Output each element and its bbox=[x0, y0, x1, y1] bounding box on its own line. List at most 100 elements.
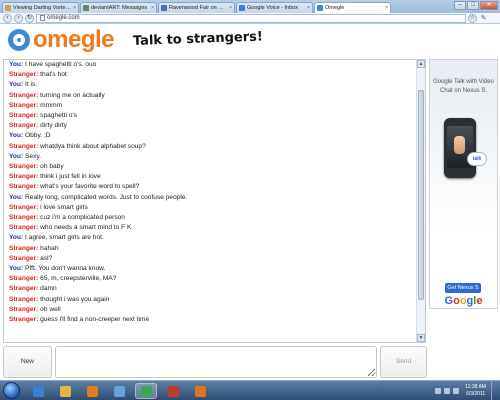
chat-message: You: I agree, smart girls are hot. bbox=[9, 233, 415, 243]
reload-icon: ↻ bbox=[26, 14, 33, 21]
messenger-icon[interactable] bbox=[108, 383, 130, 399]
forward-arrow-icon: › bbox=[17, 14, 20, 21]
chat-message: Stranger: oh well bbox=[9, 305, 415, 315]
stranger-sender-label: Stranger: bbox=[9, 254, 39, 262]
scroll-down-icon[interactable]: ▼ bbox=[417, 334, 425, 342]
close-window-button[interactable]: ✕ bbox=[480, 1, 498, 10]
omegle-logo-icon bbox=[8, 29, 30, 51]
network-icon[interactable] bbox=[444, 387, 451, 394]
start-button[interactable] bbox=[3, 382, 20, 399]
explorer-icon-glyph bbox=[59, 385, 71, 397]
browser-tab[interactable]: Google Voice - Inbox × bbox=[236, 2, 313, 13]
address-bar[interactable]: omegle.com bbox=[36, 13, 466, 23]
browser-tab[interactable]: Ravenwood Fair on Face...× bbox=[158, 2, 235, 13]
chat-scrollbar[interactable]: ▲ ▼ bbox=[416, 60, 425, 342]
tab-close-icon[interactable]: × bbox=[385, 5, 388, 11]
wrench-menu-button[interactable]: ✎ bbox=[479, 14, 488, 23]
chat-message: Stranger: thought i was you again bbox=[9, 295, 415, 305]
message-text: guess i'll find a non-creeper next time bbox=[40, 316, 150, 324]
tab-close-icon[interactable]: × bbox=[229, 5, 232, 11]
scroll-thumb[interactable] bbox=[418, 90, 424, 300]
message-text: what's your favorite word to spell? bbox=[40, 183, 140, 191]
site-header: omegle Talk to strangers! bbox=[0, 24, 500, 58]
firefox-icon[interactable] bbox=[189, 383, 211, 399]
message-text: 65, m, creepsterville, MA? bbox=[40, 275, 117, 283]
bookmark-star-button[interactable]: ☆ bbox=[468, 13, 477, 23]
ie-icon-glyph bbox=[32, 385, 44, 397]
back-button[interactable]: ‹ bbox=[3, 13, 12, 23]
message-text: thought i was you again bbox=[40, 295, 110, 303]
chat-log: You: I have spaghetti o's. ouo Stranger: … bbox=[9, 60, 415, 325]
tab-favicon-icon bbox=[239, 5, 245, 11]
system-tray: 11:38 AM 6/3/2011 bbox=[408, 381, 500, 400]
chat-message: Stranger: oh baby bbox=[9, 162, 415, 172]
chat-controls: New Send bbox=[0, 344, 500, 380]
stranger-sender-label: Stranger: bbox=[9, 163, 39, 171]
google-logo-letter: e bbox=[476, 295, 483, 307]
message-text: damn bbox=[40, 285, 57, 293]
message-input[interactable] bbox=[55, 346, 377, 378]
browser-tab[interactable]: deviantART: Messages × bbox=[80, 2, 157, 13]
scroll-up-icon[interactable]: ▲ bbox=[417, 60, 425, 68]
google-logo-letter: o bbox=[453, 295, 460, 307]
message-text: I agree, smart girls are hot. bbox=[25, 234, 104, 242]
minimize-button[interactable]: – bbox=[454, 1, 466, 10]
tab-close-icon[interactable]: × bbox=[307, 5, 310, 11]
chat-message: Stranger: that's hot bbox=[9, 70, 415, 80]
google-logo: Google bbox=[430, 295, 497, 307]
message-text: Pfft. You don't wanna know. bbox=[25, 265, 106, 273]
show-desktop-button[interactable] bbox=[491, 381, 496, 400]
chat-message: Stranger: spaghetti o's bbox=[9, 111, 415, 121]
messenger-icon-glyph bbox=[113, 385, 125, 397]
chat-message: Stranger: who needs a smart mind to F K bbox=[9, 223, 415, 233]
volume-icon[interactable] bbox=[453, 387, 460, 394]
stranger-sender-label: Stranger: bbox=[9, 305, 39, 313]
tab-label: deviantART: Messages bbox=[91, 5, 148, 11]
message-text: It is. bbox=[25, 81, 38, 89]
forward-button[interactable]: › bbox=[14, 13, 23, 23]
message-text: mmmm bbox=[40, 101, 63, 109]
stranger-sender-label: Stranger: bbox=[9, 183, 39, 191]
ie-icon[interactable] bbox=[27, 383, 49, 399]
chat-message: You: Pfft. You don't wanna know. bbox=[9, 264, 415, 274]
omegle-logo[interactable]: omegle bbox=[8, 28, 115, 52]
message-text: Obby. ;D bbox=[25, 132, 51, 140]
chat-message: Stranger: i love smart girls bbox=[9, 203, 415, 213]
stranger-sender-label: Stranger: bbox=[9, 295, 39, 303]
google-talk-ad[interactable]: Google Talk with Video Chat on Nexus S. … bbox=[429, 59, 498, 309]
new-chat-button[interactable]: New bbox=[3, 346, 52, 378]
tray-up-arrow-icon[interactable] bbox=[435, 387, 442, 394]
you-sender-label: You: bbox=[9, 265, 24, 273]
media-player-icon[interactable] bbox=[81, 383, 103, 399]
tab-strip: Viewing Darling Vortexx/... × deviantART: … bbox=[0, 0, 500, 13]
message-text: whatdya think about alphabet soup? bbox=[40, 142, 146, 150]
chat-message: Stranger: cuz i'm a complicated person bbox=[9, 213, 415, 223]
chat-message: Stranger: guess i'll find a non-creeper … bbox=[9, 315, 415, 325]
browser-tab[interactable]: Viewing Darling Vortexx/... × bbox=[2, 2, 79, 13]
explorer-icon[interactable] bbox=[54, 383, 76, 399]
message-text: hahah bbox=[40, 244, 59, 252]
chat-message: Stranger: whatdya think about alphabet s… bbox=[9, 142, 415, 152]
tab-favicon-icon bbox=[161, 5, 167, 11]
chat-message: You: It is. bbox=[9, 80, 415, 90]
stranger-sender-label: Stranger: bbox=[9, 316, 39, 324]
get-nexus-button[interactable]: Get Nexus S bbox=[445, 283, 481, 293]
message-text: Really long, complicated words. Just to … bbox=[25, 193, 188, 201]
maximize-button[interactable]: □ bbox=[467, 1, 479, 10]
tab-close-icon[interactable]: × bbox=[73, 5, 76, 11]
tab-close-icon[interactable]: × bbox=[151, 5, 154, 11]
browser-tab[interactable]: Omegle × bbox=[314, 2, 391, 13]
star-icon: ☆ bbox=[469, 14, 476, 21]
stranger-sender-label: Stranger: bbox=[9, 224, 39, 232]
reload-button[interactable]: ↻ bbox=[25, 13, 34, 23]
app-icon[interactable] bbox=[162, 383, 184, 399]
send-button[interactable]: Send bbox=[380, 346, 427, 378]
message-text: think i just fell in love bbox=[40, 173, 101, 181]
you-sender-label: You: bbox=[9, 61, 24, 68]
clock[interactable]: 11:38 AM 6/3/2011 bbox=[465, 384, 486, 397]
chat-log-box[interactable]: You: I have spaghetti o's. ouo Stranger: … bbox=[3, 59, 426, 343]
chrome-icon[interactable] bbox=[135, 383, 157, 399]
talk-bubble-icon: talk bbox=[467, 152, 487, 166]
window-controls: – □ ✕ bbox=[454, 1, 498, 10]
message-text: oh baby bbox=[40, 163, 64, 171]
